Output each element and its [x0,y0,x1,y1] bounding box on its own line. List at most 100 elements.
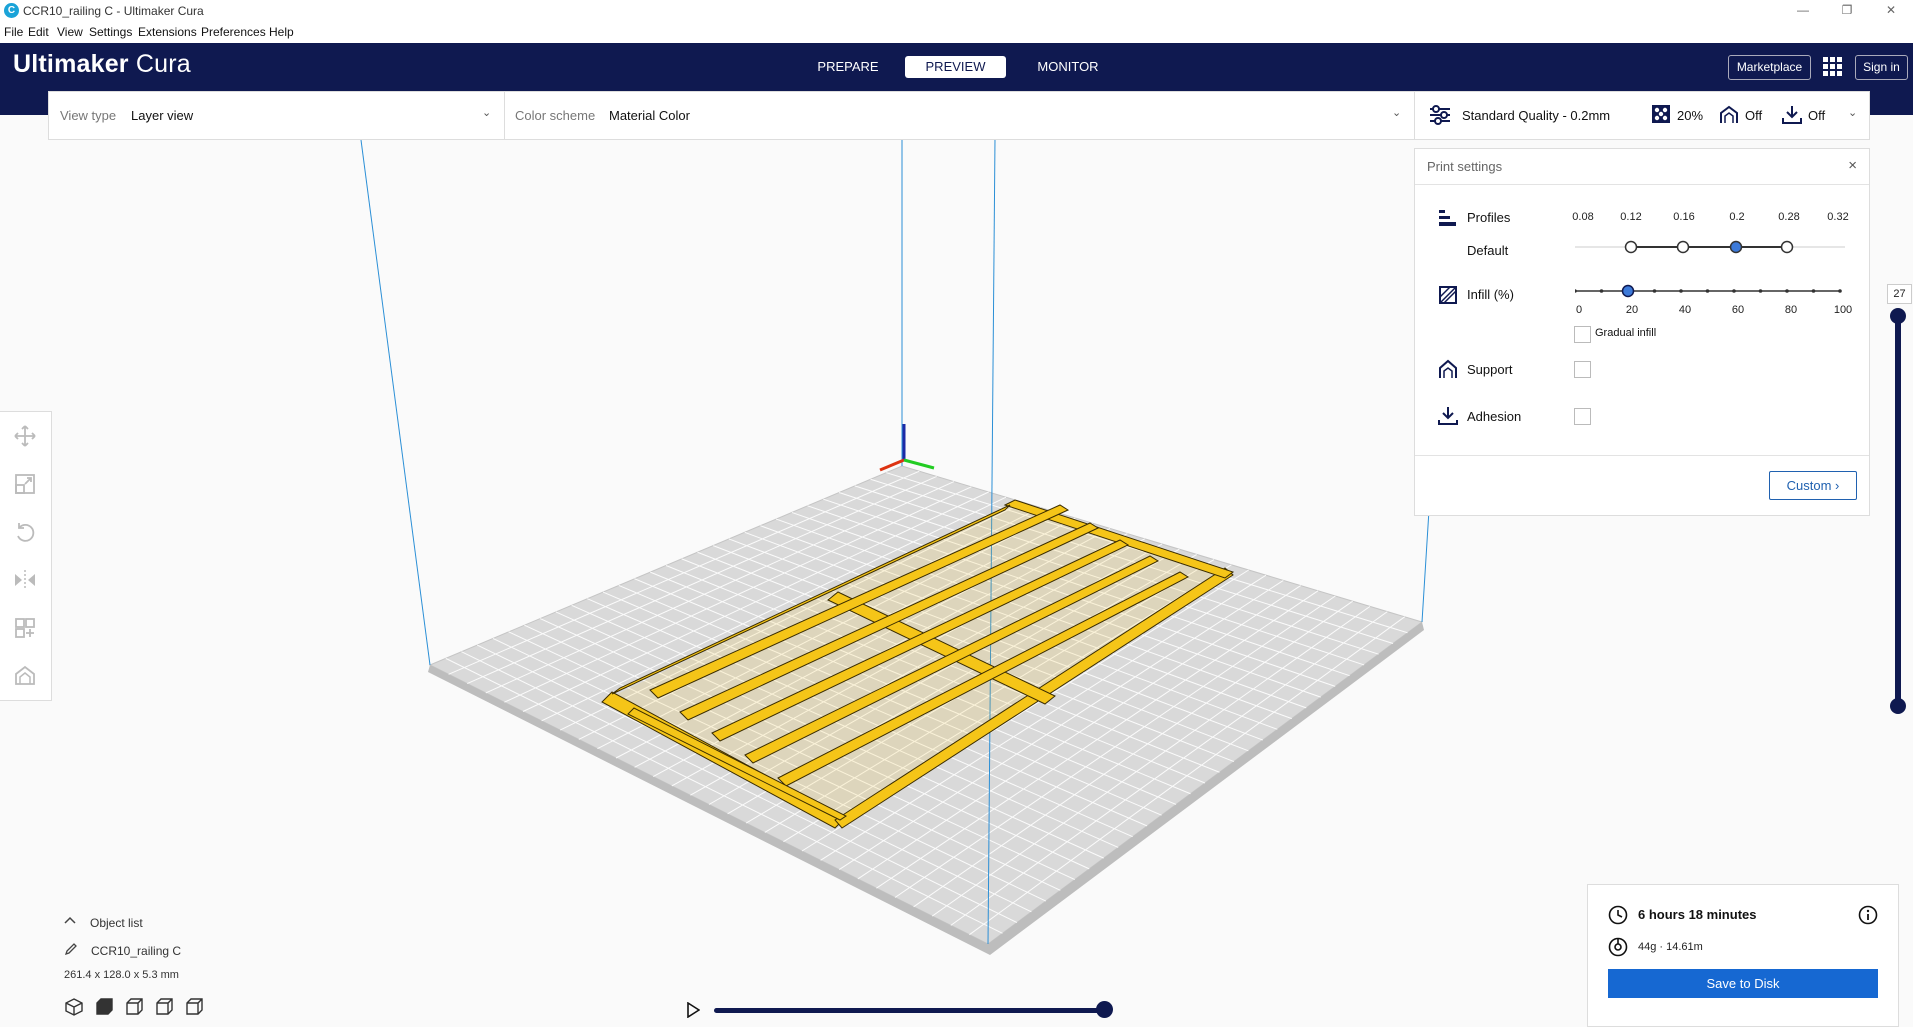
tab-monitor[interactable]: MONITOR [1030,56,1106,78]
play-icon[interactable] [686,1002,700,1018]
menu-preferences[interactable]: Preferences [201,25,266,39]
marketplace-button[interactable]: Marketplace [1728,55,1811,80]
gradual-infill-checkbox[interactable] [1574,326,1591,343]
print-setup-selector[interactable]: Standard Quality - 0.2mm 20% Off Off ⌄ [1414,91,1870,140]
adhesion-checkbox[interactable] [1574,408,1591,425]
infill-pattern-icon [1439,286,1457,304]
right-view-icon[interactable] [184,997,204,1017]
object-name: CCR10_railing C [91,944,182,958]
material-estimate: 44g · 14.61m [1638,941,1703,953]
chevron-right-icon: › [1835,478,1840,493]
apps-grid-icon[interactable] [1823,57,1842,76]
infill-tick-label: 80 [1784,304,1798,316]
view-type-dropdown[interactable]: Layer view [131,108,193,123]
infill-tick-label: 20 [1625,304,1639,316]
profile-tick-label: 0.2 [1729,211,1745,223]
profile-default-label: Default [1467,243,1509,258]
infill-tick-dot [1705,289,1710,293]
infill-tick-dot [1811,289,1816,293]
infill-tick-dot [1838,289,1842,293]
adhesion-icon [1438,407,1458,425]
menu-file[interactable]: File [4,25,23,39]
tab-preview[interactable]: PREVIEW [905,56,1006,78]
simulation-track[interactable] [714,1008,1106,1013]
infill-tick-dot [1785,289,1789,293]
view-type-label: View type [60,108,117,123]
object-dimensions: 261.4 x 128.0 x 5.3 mm [64,969,179,981]
gradual-infill-label: Gradual infill [1595,327,1657,339]
cura-app-icon: C [4,3,19,18]
rotate-tool-icon[interactable] [13,520,37,544]
adhesion-icon [1782,106,1802,124]
panel-header: Print settings × [1415,149,1869,185]
close-window-button[interactable]: ✕ [1869,0,1913,22]
profile-slider[interactable] [1575,237,1850,257]
spool-icon [1608,937,1628,957]
menu-view[interactable]: View [57,25,83,39]
simulation-handle[interactable] [1096,1001,1113,1018]
move-tool-icon[interactable] [13,424,37,448]
chevron-down-icon[interactable]: ⌄ [1848,106,1857,119]
infill-tick-label: 0 [1575,304,1583,316]
adhesion-value: Off [1808,108,1826,123]
infill-tick-dot [1575,289,1577,293]
infill-tick-label: 100 [1833,304,1853,316]
chevron-down-icon[interactable]: ⌄ [482,106,491,119]
adhesion-label: Adhesion [1467,409,1522,424]
menu-settings[interactable]: Settings [89,25,132,39]
infill-label: Infill (%) [1467,287,1514,302]
chevron-down-icon[interactable]: ⌄ [1392,106,1401,119]
3d-view-icon[interactable] [64,997,84,1017]
close-icon[interactable]: × [1848,157,1857,174]
object-list-toggle[interactable]: Object list [90,916,143,930]
profile-tick-label: 0.16 [1673,211,1695,223]
sign-in-button[interactable]: Sign in [1855,55,1908,80]
volume-edge-left [360,139,431,666]
menu-extensions[interactable]: Extensions [138,25,197,39]
chevron-up-icon[interactable] [64,916,76,924]
infill-value: 20% [1677,108,1704,123]
layer-number[interactable]: 27 [1887,284,1912,304]
support-checkbox[interactable] [1574,361,1591,378]
camera-view-buttons [64,997,214,1019]
layer-slider-track[interactable] [1895,316,1901,707]
menu-bar: File Edit View Settings Extensions Prefe… [0,22,1913,43]
print-settings-panel: Print settings × Profiles Default 0.08 0… [1414,148,1870,516]
axis-y [903,458,935,470]
minimize-button[interactable]: — [1781,0,1825,22]
pencil-icon[interactable] [64,942,78,956]
layer-slider-top-handle[interactable] [1890,308,1906,324]
maximize-button[interactable]: ❐ [1825,0,1869,22]
layer-slider-bottom-handle[interactable] [1890,698,1906,714]
infill-tick-label: 40 [1678,304,1692,316]
custom-settings-button[interactable]: Custom › [1769,471,1857,500]
profile-tick-label: 0.28 [1778,211,1800,223]
mirror-tool-icon[interactable] [13,568,37,592]
tab-prepare[interactable]: PREPARE [808,56,888,78]
infill-tick-dot [1652,289,1657,293]
support-icon [1720,105,1738,123]
print-time: 6 hours 18 minutes [1638,907,1757,922]
infill-slider[interactable] [1575,281,1850,301]
infill-tick-dot [1599,289,1604,293]
scale-tool-icon[interactable] [13,472,37,496]
save-to-disk-button[interactable]: Save to Disk [1608,969,1878,998]
top-view-icon[interactable] [124,997,144,1017]
color-scheme-dropdown[interactable]: Material Color [609,108,690,123]
support-icon [1439,359,1457,378]
profile-tick-label: 0.32 [1827,211,1849,223]
left-view-icon[interactable] [154,997,174,1017]
per-model-settings-icon[interactable] [13,616,37,640]
support-blocker-icon[interactable] [13,664,37,688]
info-icon[interactable] [1858,905,1878,925]
infill-tick-dot [1758,289,1763,293]
transform-toolbar [0,411,52,701]
menu-edit[interactable]: Edit [28,25,49,39]
menu-help[interactable]: Help [269,25,294,39]
panel-title: Print settings [1427,159,1503,174]
view-toolbar: View type Layer view ⌄ Color scheme Mate… [48,91,1416,140]
front-view-icon[interactable] [94,997,114,1017]
quality-profile-value: Standard Quality - 0.2mm [1462,108,1611,123]
color-scheme-label: Color scheme [515,108,596,123]
support-value: Off [1745,108,1763,123]
